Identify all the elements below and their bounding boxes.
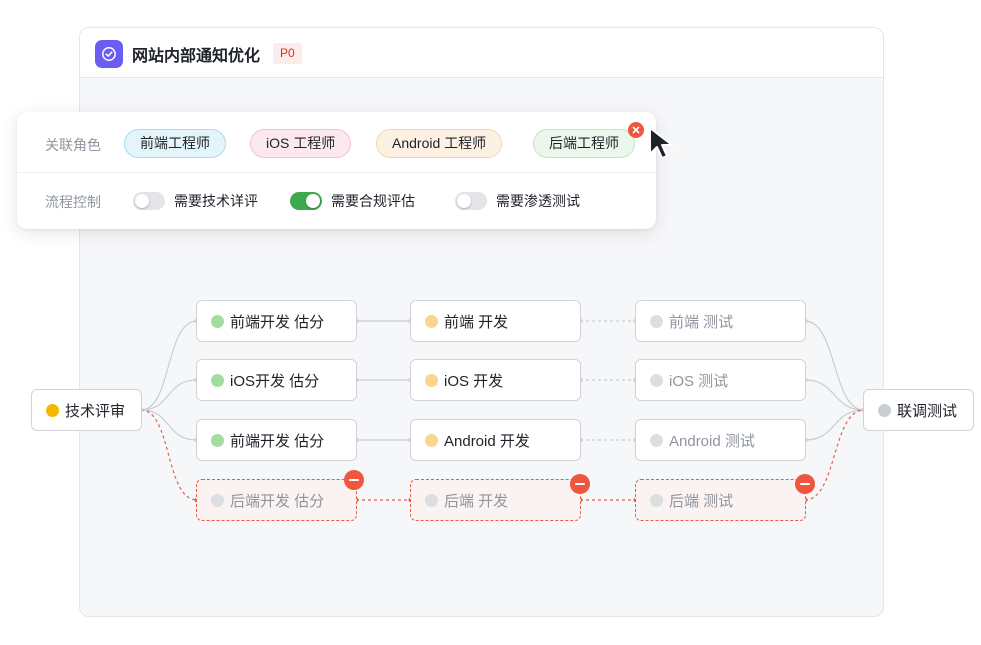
remove-node-icon[interactable] bbox=[344, 470, 364, 490]
status-dot-done-icon bbox=[211, 433, 224, 447]
edge-start-row2 bbox=[140, 379, 198, 411]
node-label: 联调测试 bbox=[897, 402, 958, 420]
flow-node-start[interactable]: 技术评审 bbox=[31, 389, 142, 431]
remove-node-icon[interactable] bbox=[570, 474, 590, 494]
flow-node-estimate-removed[interactable]: 后端开发 估分 bbox=[196, 479, 357, 521]
node-label: iOS 开发 bbox=[444, 372, 504, 390]
tech-review-toggle[interactable] bbox=[133, 192, 165, 210]
status-dot-done-icon bbox=[211, 373, 224, 387]
flow-node-test[interactable]: iOS 测试 bbox=[635, 359, 806, 401]
edge-row3-end bbox=[804, 409, 865, 441]
status-dot-in-progress-icon bbox=[425, 433, 438, 447]
node-label: 技术评审 bbox=[65, 402, 126, 420]
role-flow-panel: 关联角色 前端工程师 iOS 工程师 Android 工程师 后端工程师 流程控… bbox=[17, 112, 656, 229]
flow-node-develop-removed[interactable]: 后端 开发 bbox=[410, 479, 581, 521]
panel-divider bbox=[17, 172, 656, 173]
remove-role-close-icon[interactable] bbox=[628, 122, 644, 138]
flow-node-develop[interactable]: 前端 开发 bbox=[410, 300, 581, 342]
role-tag-backend[interactable]: 后端工程师 bbox=[533, 129, 635, 158]
status-dot-pending-icon bbox=[650, 433, 663, 447]
node-label: 前端开发 估分 bbox=[230, 432, 325, 450]
edge-row2-end bbox=[804, 379, 865, 411]
node-label: iOS 测试 bbox=[669, 372, 729, 390]
roles-label: 关联角色 bbox=[45, 137, 101, 153]
compliance-toggle[interactable] bbox=[290, 192, 322, 210]
node-label: iOS开发 估分 bbox=[230, 372, 320, 390]
status-dot-pending-icon bbox=[878, 403, 891, 417]
flow-node-develop[interactable]: iOS 开发 bbox=[410, 359, 581, 401]
status-dot-pending-icon bbox=[650, 373, 663, 387]
compliance-toggle-label: 需要合规评估 bbox=[331, 193, 415, 209]
pentest-toggle[interactable] bbox=[455, 192, 487, 210]
status-dot-done-icon bbox=[211, 314, 224, 328]
node-label: Android 开发 bbox=[444, 432, 530, 450]
remove-node-icon[interactable] bbox=[795, 474, 815, 494]
status-dot-pending-icon bbox=[650, 314, 663, 328]
role-tag-ios[interactable]: iOS 工程师 bbox=[250, 129, 352, 158]
node-label: 前端开发 估分 bbox=[230, 313, 325, 331]
flow-node-test-removed[interactable]: 后端 测试 bbox=[635, 479, 806, 521]
flow-node-estimate[interactable]: iOS开发 估分 bbox=[196, 359, 357, 401]
flow-node-test[interactable]: 前端 测试 bbox=[635, 300, 806, 342]
node-label: 后端 测试 bbox=[669, 492, 734, 510]
edge-start-row4 bbox=[140, 409, 198, 501]
status-dot-pending-icon bbox=[211, 493, 224, 507]
flow-node-test[interactable]: Android 测试 bbox=[635, 419, 806, 461]
mouse-cursor-icon bbox=[649, 127, 673, 159]
flow-node-estimate[interactable]: 前端开发 估分 bbox=[196, 300, 357, 342]
status-dot-in-progress-icon bbox=[425, 314, 438, 328]
flow-node-estimate[interactable]: 前端开发 估分 bbox=[196, 419, 357, 461]
role-tag-frontend[interactable]: 前端工程师 bbox=[124, 129, 226, 158]
node-label: 后端开发 估分 bbox=[230, 492, 325, 510]
node-label: Android 测试 bbox=[669, 432, 755, 450]
pentest-toggle-label: 需要渗透测试 bbox=[496, 193, 580, 209]
status-dot-in-progress-icon bbox=[425, 373, 438, 387]
status-dot-in-progress-icon bbox=[46, 403, 59, 417]
node-label: 前端 测试 bbox=[669, 313, 734, 331]
edge-start-row1 bbox=[140, 320, 198, 411]
status-dot-pending-icon bbox=[425, 493, 438, 507]
status-dot-pending-icon bbox=[650, 493, 663, 507]
node-label: 后端 开发 bbox=[444, 492, 509, 510]
flow-control-label: 流程控制 bbox=[45, 194, 101, 210]
edge-row1-end bbox=[804, 320, 865, 411]
flow-node-end[interactable]: 联调测试 bbox=[863, 389, 974, 431]
role-tag-android[interactable]: Android 工程师 bbox=[376, 129, 503, 158]
edge-start-row3 bbox=[140, 409, 198, 441]
node-label: 前端 开发 bbox=[444, 313, 509, 331]
tech-review-toggle-label: 需要技术详评 bbox=[174, 193, 258, 209]
flow-node-develop[interactable]: Android 开发 bbox=[410, 419, 581, 461]
